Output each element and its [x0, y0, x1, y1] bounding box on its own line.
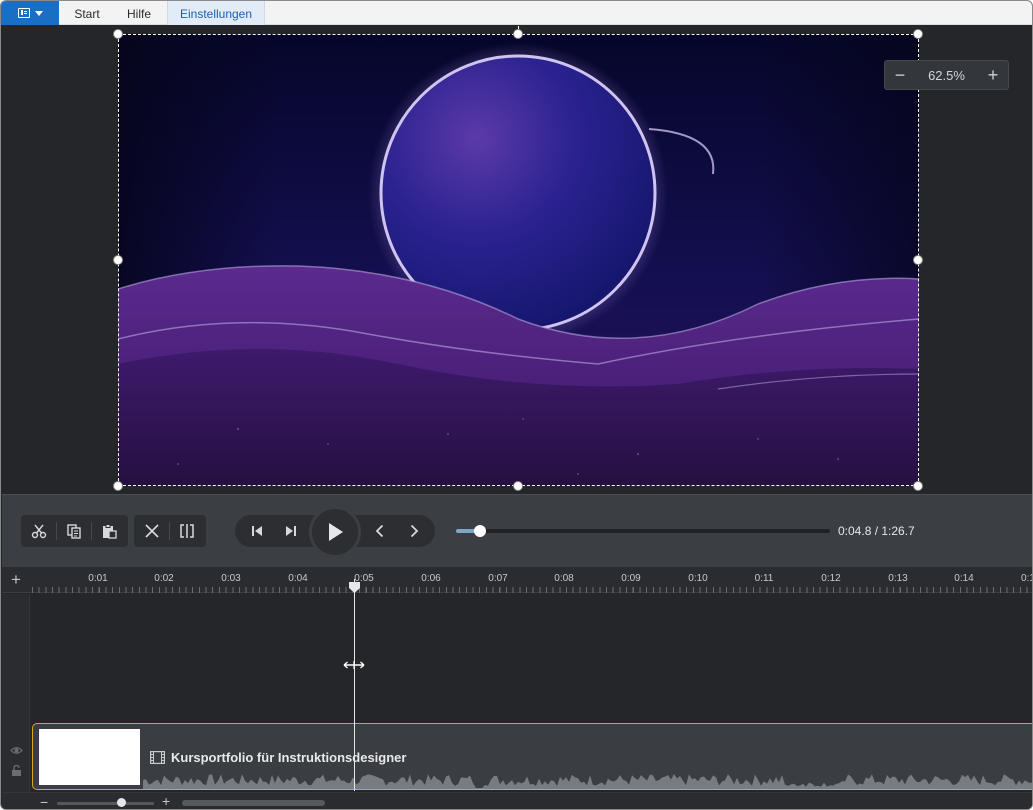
- horizontal-scrollbar[interactable]: [182, 800, 325, 806]
- clip-title: Kursportfolio für Instruktionsdesigner: [150, 750, 406, 765]
- previous-frame-button[interactable]: [363, 515, 397, 547]
- tick-label: 0:06: [421, 573, 441, 584]
- tick-label: 0:01: [88, 573, 108, 584]
- tick-label: 0:07: [488, 573, 508, 584]
- tab-einstellungen[interactable]: Einstellungen: [167, 1, 265, 25]
- tab-start[interactable]: Start: [64, 1, 110, 25]
- ruler-ticks: [32, 587, 1032, 593]
- resize-handle-bottom-left[interactable]: [113, 481, 123, 491]
- video-frame-image: [118, 34, 919, 486]
- eye-icon[interactable]: [10, 744, 23, 757]
- paste-icon: [102, 524, 117, 539]
- zoom-value: 62.5%: [928, 67, 965, 83]
- app-menu-icon: [17, 8, 30, 18]
- split-button[interactable]: [169, 515, 204, 547]
- tick-label: 0:10: [688, 573, 708, 584]
- resize-handle-top-right[interactable]: [913, 29, 923, 39]
- play-icon: [329, 523, 343, 541]
- delete-button[interactable]: [134, 515, 169, 547]
- paste-button[interactable]: [91, 515, 126, 547]
- split-icon: [179, 524, 194, 538]
- preview-stage: − 62.5% +: [2, 26, 1032, 494]
- delete-icon: [144, 524, 159, 538]
- tick-label: 0:04: [288, 573, 308, 584]
- scrubber-knob[interactable]: [473, 525, 486, 537]
- timecode: 0:04.8 / 1:26.7: [838, 524, 915, 538]
- next-frame-button[interactable]: [397, 515, 431, 547]
- previous-frame-icon: [375, 524, 384, 538]
- tick-label: 0:08: [554, 573, 574, 584]
- play-button[interactable]: [309, 506, 361, 558]
- tick-label: 0:1: [1021, 573, 1032, 584]
- resize-handle-top-left[interactable]: [113, 29, 123, 39]
- clip-thumbnail: [39, 729, 140, 785]
- track-header: [2, 594, 30, 809]
- resize-cursor-icon: [343, 661, 365, 669]
- cut-icon: [31, 524, 46, 539]
- copy-button[interactable]: [56, 515, 91, 547]
- lock-icon[interactable]: [10, 764, 23, 777]
- resize-handle-top[interactable]: [513, 29, 523, 39]
- timeline-footer: − +: [2, 792, 1032, 809]
- zoom-out-button[interactable]: −: [885, 61, 915, 89]
- copy-icon: [66, 524, 81, 539]
- timeline-zoom-in-button[interactable]: +: [162, 793, 170, 809]
- skip-start-icon: [252, 526, 262, 536]
- tick-label: 0:13: [888, 573, 908, 584]
- playback-scrubber[interactable]: [456, 525, 830, 537]
- tick-label: 0:11: [754, 573, 774, 584]
- add-track-button[interactable]: +: [2, 567, 30, 593]
- film-icon: [150, 751, 165, 764]
- tab-hilfe[interactable]: Hilfe: [117, 1, 161, 25]
- tick-label: 0:12: [821, 573, 841, 584]
- split-group: [134, 515, 206, 547]
- tick-label: 0:02: [154, 573, 174, 584]
- resize-handle-bottom-right[interactable]: [913, 481, 923, 491]
- editor-window: Start Hilfe Einstellungen − 62.5% + 0:04…: [0, 0, 1033, 810]
- clip-title-label: Kursportfolio für Instruktionsdesigner: [171, 750, 407, 765]
- video-clip[interactable]: Kursportfolio für Instruktionsdesigner: [32, 723, 1032, 790]
- skip-start-button[interactable]: [240, 515, 274, 547]
- zoom-control: − 62.5% +: [884, 60, 1009, 90]
- app-menu-button[interactable]: [1, 1, 59, 25]
- time-ruler[interactable]: + 0:01 0:02 0:03 0:04 0:05 0:06 0:07 0:0…: [2, 567, 1032, 593]
- zoom-in-button[interactable]: +: [978, 61, 1008, 89]
- cut-button[interactable]: [21, 515, 56, 547]
- ribbon-tabs: Start Hilfe Einstellungen: [1, 1, 1032, 25]
- timeline-zoom-knob[interactable]: [117, 798, 126, 807]
- skip-end-button[interactable]: [274, 515, 308, 547]
- clipboard-group: [21, 515, 128, 547]
- playhead-handle[interactable]: [348, 581, 361, 594]
- waveform-shape: [143, 774, 1032, 789]
- video-canvas[interactable]: [118, 34, 919, 486]
- tick-label: 0:03: [221, 573, 241, 584]
- audio-waveform: [143, 774, 1032, 789]
- next-frame-icon: [410, 524, 419, 538]
- timeline-zoom-slider[interactable]: [57, 802, 154, 805]
- tick-label: 0:09: [621, 573, 641, 584]
- timeline-zoom-out-button[interactable]: −: [40, 794, 48, 809]
- playhead-line: [354, 579, 355, 791]
- resize-handle-left[interactable]: [113, 255, 123, 265]
- resize-handle-bottom[interactable]: [513, 481, 523, 491]
- timeline: + 0:01 0:02 0:03 0:04 0:05 0:06 0:07 0:0…: [2, 567, 1032, 809]
- chevron-down-icon: [34, 10, 43, 16]
- playback-toolbar: 0:04.8 / 1:26.7: [2, 494, 1032, 567]
- resize-handle-right[interactable]: [913, 255, 923, 265]
- skip-end-icon: [286, 526, 296, 536]
- empty-track[interactable]: [30, 594, 1032, 722]
- tick-label: 0:14: [954, 573, 974, 584]
